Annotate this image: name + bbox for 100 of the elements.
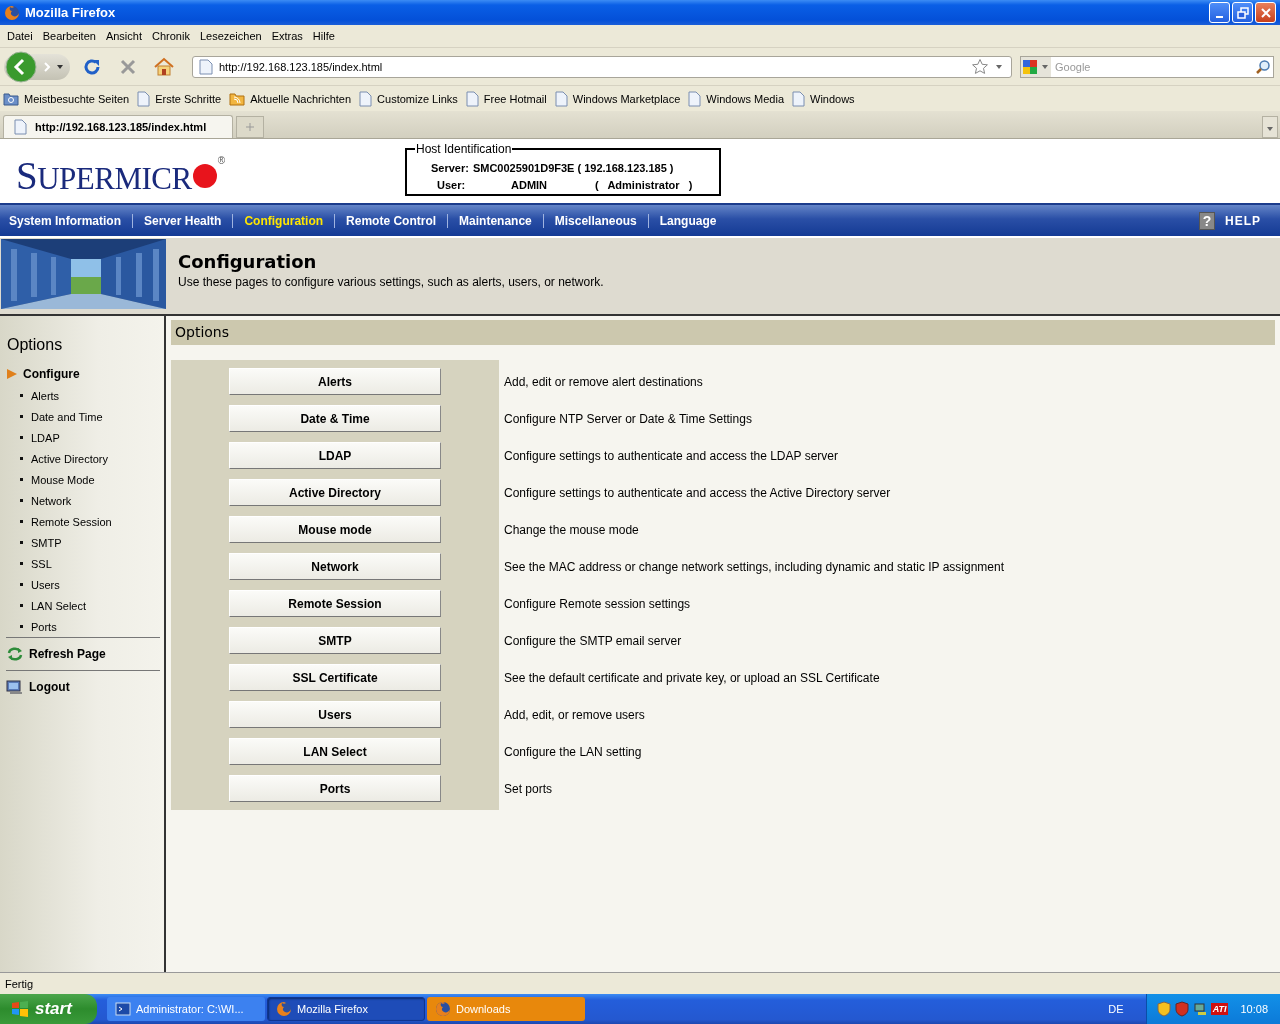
registered-mark: ® [217, 155, 226, 166]
nav-link[interactable]: Server Health [132, 213, 233, 228]
sidebar-link[interactable]: LDAP [31, 431, 60, 444]
page-icon [792, 90, 805, 107]
refresh-icon[interactable] [6, 646, 24, 662]
menu-item[interactable]: Chronik [147, 30, 195, 42]
option-button[interactable]: Alerts [229, 368, 441, 395]
sidebar-group[interactable]: Configure [23, 367, 80, 381]
address-field[interactable]: http://192.168.123.185/index.html [192, 55, 1012, 78]
sidebar-link[interactable]: Network [31, 494, 72, 507]
bookmark-item[interactable]: Erste Schritte [137, 90, 222, 107]
restore-button[interactable] [1232, 2, 1253, 23]
nav-link[interactable]: System Information [0, 213, 133, 228]
logo-text: SUPERMICR [16, 153, 192, 198]
help-link[interactable]: HELP [1225, 213, 1261, 228]
star-icon[interactable] [971, 57, 989, 76]
bullet-icon [20, 562, 23, 565]
firefox-icon [276, 1001, 292, 1017]
bookmark-item[interactable]: Meistbesuchte Seiten [3, 91, 130, 106]
option-button[interactable]: Users [229, 701, 441, 728]
sidebar-link[interactable]: SMTP [31, 536, 62, 549]
menu-item[interactable]: Datei [2, 30, 38, 42]
user-label: User: [436, 178, 467, 193]
option-button[interactable]: SSL Certificate [229, 664, 441, 691]
logo-dot-icon [191, 162, 218, 189]
option-description: Change the mouse mode [504, 522, 639, 537]
menu-item[interactable]: Hilfe [307, 30, 340, 42]
nav-link[interactable]: Configuration [232, 213, 335, 228]
search-icon[interactable] [1255, 58, 1271, 75]
feed-icon [229, 91, 246, 106]
ati-icon[interactable]: ATI [1210, 1003, 1229, 1015]
option-button[interactable]: LDAP [229, 442, 441, 469]
sidebar-link[interactable]: Date and Time [31, 410, 103, 423]
menu-item[interactable]: Extras [266, 30, 308, 42]
nav-link[interactable]: Miscellaneous [542, 213, 648, 228]
taskbar-item[interactable]: Administrator: C:\WI... [107, 997, 265, 1021]
windows-flag-icon [10, 1000, 30, 1018]
bookmark-item[interactable]: Free Hotmail [465, 90, 547, 107]
option-description: See the default certificate and private key, or upload an SSL Certificate [504, 670, 880, 685]
back-forward-buttons[interactable] [4, 53, 70, 80]
dropdown-icon[interactable] [995, 63, 1003, 70]
minimize-button[interactable] [1209, 2, 1230, 23]
menu-item[interactable]: Ansicht [100, 30, 147, 42]
option-button[interactable]: LAN Select [229, 738, 441, 765]
home-icon[interactable] [153, 55, 175, 78]
bookmark-item[interactable]: Windows Media [688, 90, 784, 107]
minimize-icon [1216, 15, 1223, 18]
user-name: ADMIN [511, 178, 549, 193]
bookmark-item[interactable]: Windows Marketplace [554, 90, 681, 107]
bookmark-item[interactable]: Windows [792, 90, 855, 107]
start-button[interactable]: start [0, 994, 97, 1024]
option-button[interactable]: Active Directory [229, 479, 441, 506]
sidebar-link[interactable]: Mouse Mode [31, 473, 95, 486]
option-button[interactable]: Remote Session [229, 590, 441, 617]
option-button[interactable]: Date & Time [229, 405, 441, 432]
taskbar-item[interactable]: Mozilla Firefox [267, 997, 425, 1021]
bookmark-item[interactable]: Customize Links [359, 90, 458, 107]
option-button[interactable]: SMTP [229, 627, 441, 654]
option-button[interactable]: Mouse mode [229, 516, 441, 543]
sidebar-title: Options [6, 336, 64, 354]
close-button[interactable] [1255, 2, 1276, 23]
sidebar-action[interactable]: Logout [29, 680, 70, 694]
option-button[interactable]: Network [229, 553, 441, 580]
bullet-icon [20, 457, 23, 460]
dropdown-icon[interactable] [56, 63, 64, 70]
shield-icon[interactable] [1156, 1001, 1171, 1017]
search-engine-icon[interactable] [1021, 56, 1051, 77]
network-icon[interactable] [1192, 1001, 1207, 1017]
sidebar-link[interactable]: LAN Select [31, 599, 87, 612]
sidebar-action[interactable]: Refresh Page [29, 647, 106, 661]
nav-link[interactable]: Remote Control [334, 213, 448, 228]
menu-item[interactable]: Bearbeiten [37, 30, 101, 42]
menu-item[interactable]: Lesezeichen [194, 30, 267, 42]
option-description: Add, edit, or remove users [504, 707, 645, 722]
sidebar-link[interactable]: SSL [31, 557, 52, 570]
bookmark-item[interactable]: Aktuelle Nachrichten [229, 91, 352, 106]
page-icon [199, 58, 213, 75]
option-description: Configure settings to authenticate and access the Active Directory server [504, 485, 891, 500]
sidebar-link[interactable]: Ports [31, 620, 57, 633]
bullet-icon [20, 604, 23, 607]
nav-link[interactable]: Maintenance [447, 213, 543, 228]
option-button[interactable]: Ports [229, 775, 441, 802]
language-indicator[interactable]: DE [1108, 1003, 1124, 1015]
sidebar-link[interactable]: Remote Session [31, 515, 112, 528]
sidebar-link[interactable]: Alerts [31, 389, 60, 402]
page-icon [14, 119, 27, 135]
nav-link[interactable]: Language [647, 213, 728, 228]
shield-icon[interactable] [1174, 1001, 1189, 1017]
sidebar-link[interactable]: Active Directory [31, 452, 109, 465]
server-label: Server: [431, 161, 469, 176]
search-field[interactable]: Google [1020, 55, 1274, 78]
computer-icon[interactable] [6, 679, 24, 695]
help-icon[interactable]: ? [1199, 211, 1215, 230]
bullet-icon [20, 499, 23, 502]
window-title: Mozilla Firefox [25, 5, 117, 20]
browser-tab[interactable]: http://192.168.123.185/index.html [3, 115, 233, 138]
sidebar-link[interactable]: Users [31, 578, 60, 591]
bullet-icon [20, 541, 23, 544]
console-icon [115, 1001, 131, 1017]
tab-list-button[interactable] [1262, 116, 1278, 138]
